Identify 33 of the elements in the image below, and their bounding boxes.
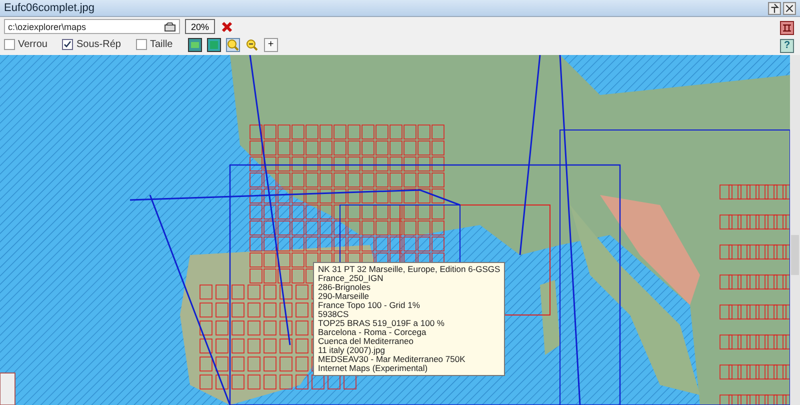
zoom-in-icon[interactable] bbox=[226, 38, 240, 52]
scrollbar[interactable] bbox=[790, 55, 800, 405]
map-name: Cuenca del Mediterraneo bbox=[318, 337, 414, 346]
close-icon[interactable] bbox=[783, 2, 796, 14]
close-icon[interactable] bbox=[220, 20, 234, 34]
option-checkbox[interactable]: Verrou bbox=[4, 39, 48, 50]
checkbox-icon[interactable] bbox=[62, 39, 74, 50]
map-name: Internet Maps (Experimental) bbox=[318, 364, 429, 373]
path-text: c:\oziexplorer\maps bbox=[8, 22, 86, 32]
window-title: Eufc06complet.jpg bbox=[4, 2, 94, 14]
add-button[interactable]: + bbox=[264, 38, 278, 52]
zoom-field[interactable]: 20% bbox=[185, 19, 215, 34]
map-icon[interactable] bbox=[188, 38, 202, 52]
map-name: Barcelona - Roma - Corcega bbox=[318, 328, 428, 337]
help-button[interactable]: ? bbox=[780, 39, 794, 53]
checkbox-icon[interactable] bbox=[4, 39, 15, 50]
map-name: France Topo 100 - Grid 1% bbox=[318, 301, 421, 310]
map-name: 5938CS bbox=[318, 310, 349, 319]
map-icon[interactable] bbox=[206, 38, 221, 52]
path-field[interactable]: c:\oziexplorer\maps bbox=[4, 19, 180, 34]
map-name: TOP25 BRAS 519_019F a 100 % bbox=[318, 319, 446, 328]
checkbox-icon[interactable] bbox=[136, 39, 147, 50]
map-name: 286-Brignoles bbox=[318, 283, 370, 292]
folder-icon[interactable] bbox=[164, 22, 176, 32]
pin-icon[interactable] bbox=[768, 2, 781, 14]
map-name: 290-Marseille bbox=[318, 292, 370, 301]
zoom-out-icon[interactable] bbox=[244, 38, 259, 52]
map-name: France_250_IGN bbox=[318, 274, 384, 283]
map-name: 11 italy (2007).jpg bbox=[318, 346, 386, 355]
map-name: MEDSEAV30 - Mar Mediterraneo 750K bbox=[318, 355, 466, 364]
map-name: NK 31 PT 32 Marseille, Europe, Edition 6-GSGS bbox=[318, 265, 500, 274]
option-checkbox[interactable]: Taille bbox=[136, 39, 173, 50]
option-checkbox[interactable]: Sous-Rép bbox=[62, 39, 121, 50]
